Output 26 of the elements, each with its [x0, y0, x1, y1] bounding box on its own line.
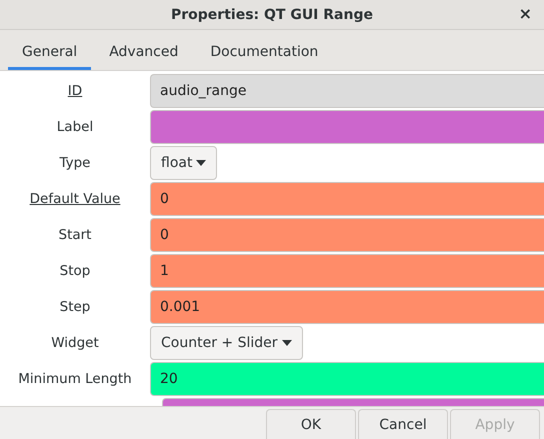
- field-label: Type: [58, 155, 92, 171]
- field-label: Widget: [50, 335, 100, 351]
- dropdown[interactable]: float: [150, 146, 218, 180]
- dialog-button[interactable]: OK: [266, 409, 356, 439]
- input-field[interactable]: 1: [150, 254, 544, 288]
- tab[interactable]: Documentation: [196, 30, 332, 70]
- dialog-button[interactable]: Cancel: [358, 409, 448, 439]
- input-field[interactable]: 0: [150, 218, 544, 252]
- input-field[interactable]: audio_range: [150, 74, 544, 108]
- input-field[interactable]: [150, 110, 544, 144]
- field-label: Label: [56, 119, 94, 135]
- field-label: Start: [58, 227, 92, 243]
- field-label: ID: [66, 83, 84, 99]
- input-field[interactable]: 20: [150, 362, 544, 396]
- field-label: Minimum Length: [17, 371, 133, 387]
- input-field[interactable]: 0.001: [150, 290, 544, 324]
- input-field[interactable]: 0: [150, 182, 544, 216]
- field-label: Step: [58, 299, 92, 315]
- close-button[interactable]: ×: [514, 4, 536, 23]
- tab[interactable]: Advanced: [95, 30, 192, 70]
- window-title: Properties: QT GUI Range: [171, 6, 373, 22]
- caret-icon: [282, 340, 292, 346]
- caret-icon: [196, 160, 206, 166]
- field-label: Stop: [58, 263, 92, 279]
- field-label: Default Value: [28, 191, 122, 207]
- dropdown[interactable]: Counter + Slider: [150, 326, 302, 360]
